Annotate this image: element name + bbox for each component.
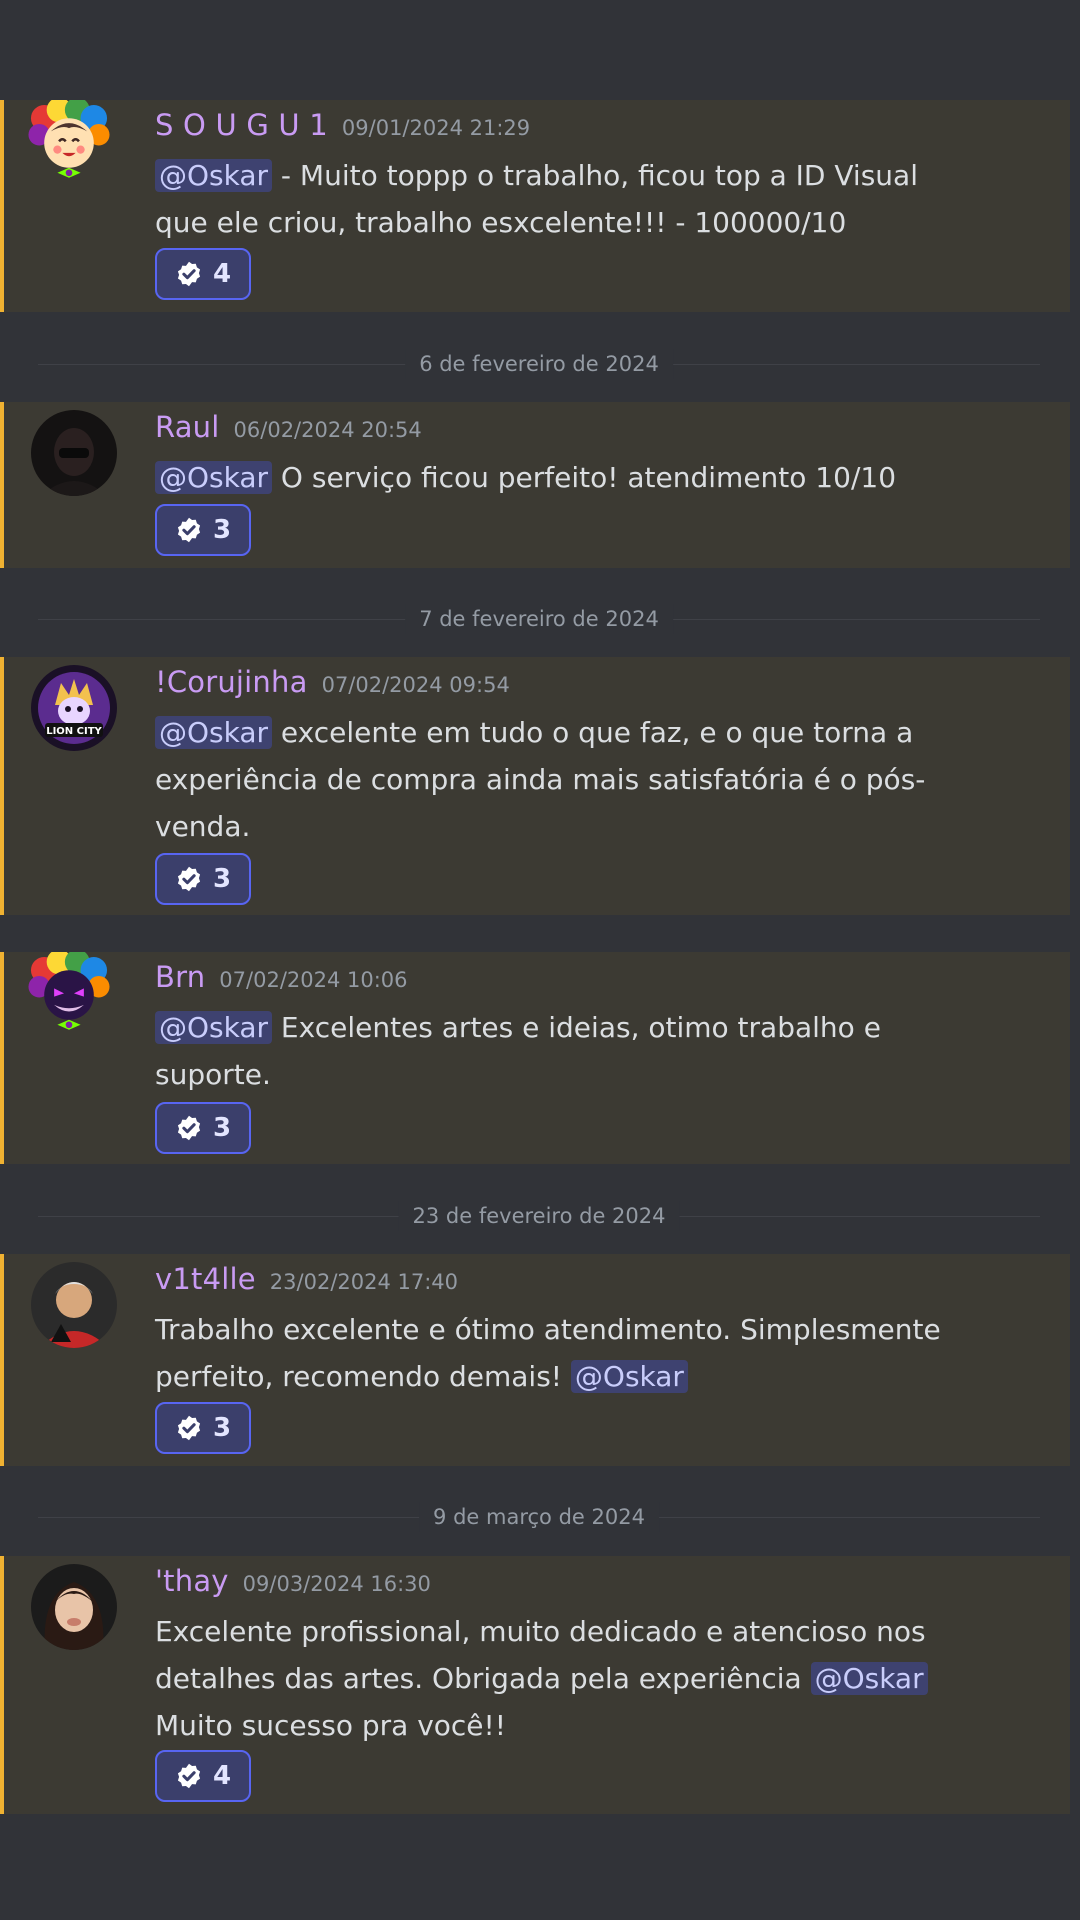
message: Raul 06/02/2024 20:54 @Oskar O serviço fi…: [0, 402, 1070, 568]
message-text: O serviço ficou perfeito! atendimento 10…: [272, 461, 897, 494]
message: Brn 07/02/2024 10:06 @Oskar Excelentes ar…: [0, 952, 1070, 1164]
message-content: @Oskar - Muito toppp o trabalho, ficou t…: [155, 152, 975, 246]
reaction-button[interactable]: 4: [155, 1750, 251, 1802]
timestamp: 23/02/2024 17:40: [269, 1270, 459, 1294]
user-mention[interactable]: @Oskar: [155, 461, 273, 494]
lion-city-logo-text: LION CITY: [46, 726, 102, 737]
message-text: Trabalho excelente e ótimo atendimento. …: [155, 1313, 941, 1346]
message-content: Trabalho excelente e ótimo atendimento. …: [155, 1306, 975, 1400]
message-header: Brn 07/02/2024 10:06: [155, 960, 408, 994]
reaction-count: 3: [212, 1113, 232, 1143]
verified-check-icon: [175, 1762, 203, 1790]
username[interactable]: !Corujinha: [155, 665, 308, 699]
message-header: !Corujinha 07/02/2024 09:54: [155, 665, 510, 699]
message-text: que ele criou, trabalho esxcelente!!! - …: [155, 206, 847, 239]
reaction-button[interactable]: 4: [155, 248, 251, 300]
reaction-button[interactable]: 3: [155, 853, 251, 905]
reaction-count: 3: [212, 515, 232, 545]
message-text: perfeito, recomendo demais!: [155, 1360, 571, 1393]
message-text: suporte.: [155, 1058, 271, 1091]
username[interactable]: Raul: [155, 410, 220, 444]
user-mention[interactable]: @Oskar: [810, 1662, 928, 1695]
message: LION CITY !Corujinha 07/02/2024 09:54 @Os…: [0, 657, 1070, 915]
person-photo-avatar[interactable]: [31, 1262, 117, 1348]
username[interactable]: v1t4lle: [155, 1262, 256, 1296]
person-photo-avatar[interactable]: [31, 1564, 117, 1650]
message-header: S O U G U 1 09/01/2024 21:29: [155, 108, 530, 142]
date-divider-label: 7 de fevereiro de 2024: [405, 604, 673, 634]
message-text: venda.: [155, 810, 251, 843]
message-text: - Muito toppp o trabalho, ficou top a ID…: [272, 159, 918, 192]
user-mention[interactable]: @Oskar: [155, 159, 273, 192]
timestamp: 07/02/2024 09:54: [321, 673, 510, 697]
verified-check-icon: [175, 865, 203, 893]
verified-check-icon: [175, 1114, 203, 1142]
timestamp: 09/03/2024 16:30: [242, 1572, 431, 1596]
verified-check-icon: [175, 516, 203, 544]
lion-city-logo-avatar[interactable]: LION CITY: [31, 665, 117, 751]
date-divider-label: 23 de fevereiro de 2024: [398, 1201, 680, 1231]
reaction-button[interactable]: 3: [155, 1402, 251, 1454]
message: 'thay 09/03/2024 16:30 Excelente profissi…: [0, 1556, 1070, 1814]
timestamp: 06/02/2024 20:54: [233, 418, 422, 442]
username[interactable]: 'thay: [155, 1564, 229, 1598]
user-mention[interactable]: @Oskar: [155, 716, 273, 749]
date-divider: 7 de fevereiro de 2024: [38, 604, 1040, 634]
message-content: Excelente profissional, muito dedicado e…: [155, 1608, 975, 1749]
timestamp: 09/01/2024 21:29: [341, 116, 531, 140]
date-divider-label: 6 de fevereiro de 2024: [405, 349, 673, 379]
user-mention[interactable]: @Oskar: [155, 1011, 273, 1044]
message-content: @Oskar excelente em tudo o que faz, e o …: [155, 709, 975, 850]
message-text: excelente em tudo o que faz, e o que tor…: [272, 716, 914, 749]
clown-wig-emoji-avatar[interactable]: [26, 100, 130, 204]
message-text: experiência de compra ainda mais satisfa…: [155, 763, 926, 796]
message: v1t4lle 23/02/2024 17:40 Trabalho excelen…: [0, 1254, 1070, 1466]
date-divider: 23 de fevereiro de 2024: [38, 1201, 1040, 1231]
message-header: Raul 06/02/2024 20:54: [155, 410, 422, 444]
reaction-button[interactable]: 3: [155, 1102, 251, 1154]
verified-check-icon: [175, 1414, 203, 1442]
timestamp: 07/02/2024 10:06: [219, 968, 408, 992]
message-text: detalhes das artes. Obrigada pela experi…: [155, 1662, 811, 1695]
message-content: @Oskar Excelentes artes e ideias, otimo …: [155, 1004, 975, 1098]
verified-check-icon: [175, 260, 203, 288]
date-divider-label: 9 de março de 2024: [419, 1502, 659, 1532]
reaction-count: 4: [212, 259, 232, 289]
username[interactable]: S O U G U 1: [155, 108, 328, 142]
message-text: Excelente profissional, muito dedicado e…: [155, 1615, 926, 1648]
user-mention[interactable]: @Oskar: [570, 1360, 688, 1393]
dark-hooded-avatar[interactable]: [31, 410, 117, 496]
message-header: v1t4lle 23/02/2024 17:40: [155, 1262, 458, 1296]
message-content: @Oskar O serviço ficou perfeito! atendim…: [155, 454, 975, 501]
message-text: Excelentes artes e ideias, otimo trabalh…: [272, 1011, 881, 1044]
message-header: 'thay 09/03/2024 16:30: [155, 1564, 431, 1598]
reaction-count: 3: [212, 1413, 232, 1443]
username[interactable]: Brn: [155, 960, 205, 994]
clown-wig-monster-avatar[interactable]: [26, 952, 130, 1056]
reaction-button[interactable]: 3: [155, 504, 251, 556]
date-divider: 6 de fevereiro de 2024: [38, 349, 1040, 379]
message-text: Muito sucesso pra você!!: [155, 1709, 506, 1742]
reaction-count: 4: [212, 1761, 232, 1791]
reaction-count: 3: [212, 864, 232, 894]
date-divider: 9 de março de 2024: [38, 1502, 1040, 1532]
message: S O U G U 1 09/01/2024 21:29 @Oskar - Mui…: [0, 100, 1070, 312]
